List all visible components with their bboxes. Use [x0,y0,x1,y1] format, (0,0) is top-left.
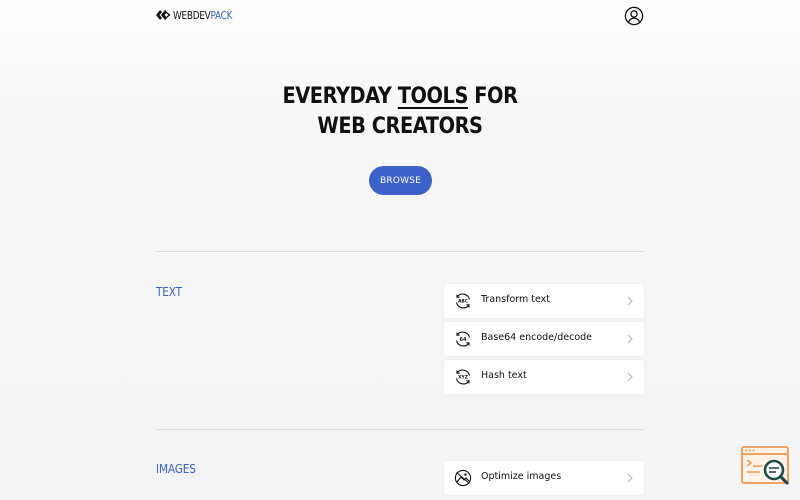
hero-line1-before: EVERYDAY [282,84,398,109]
browse-button[interactable]: BROWSE [369,166,432,195]
section-title-text: TEXT [156,285,182,299]
hero-title-line-1: EVERYDAY TOOLS FOR [48,82,752,112]
tool-item-label: Transform text [481,294,551,305]
xyz-icon-text: XYZ [458,375,468,381]
hero-title-line-2: WEB CREATORS [317,114,483,139]
site-header: WEBDEVPACK [156,0,644,32]
logo-diamond-icon [156,10,170,20]
chevron-right-icon [626,296,634,306]
page-background [0,0,800,500]
tool-item-label: Optimize images [481,471,562,482]
images-tool-list: Optimize images [444,461,644,499]
tool-item-hash-text[interactable]: XYZ Hash text [444,360,644,394]
base64-cycle-icon: 64 [454,330,472,348]
hero-line1-after: FOR [467,84,518,109]
xyz-cycle-icon: XYZ [454,368,472,386]
search-widget-button[interactable] [740,445,792,489]
abc-cycle-icon: ABC [454,292,472,310]
tool-item-base64[interactable]: 64 Base64 encode/decode [444,322,644,356]
account-button[interactable] [624,6,644,26]
hero-line1-underlined: TOOLS [397,84,469,109]
chevron-right-icon [626,372,634,382]
abc-icon-text: ABC [458,299,468,305]
tool-item-transform-text[interactable]: ABC Transform text [444,284,644,318]
base64-icon-text: 64 [460,337,467,343]
logo-link[interactable]: WEBDEVPACK [156,8,239,22]
hero-title: EVERYDAY TOOLS FOR WEB CREATORS [0,82,800,142]
chevron-right-icon [626,473,634,483]
logo-text: WEBDEVPACK [173,9,232,22]
section-title-images: IMAGES [156,462,196,476]
tool-item-optimize-images[interactable]: Optimize images [444,461,644,495]
logo-text-webdev: WEBDEV [173,8,211,22]
user-circle-icon [624,6,644,26]
text-tool-list: ABC Transform text 64 Base64 encode/deco… [444,284,644,398]
tool-item-label: Base64 encode/decode [481,332,593,343]
section-divider [156,429,644,430]
code-search-icon [741,446,789,485]
section-divider [156,251,644,252]
logo-text-pack: PACK [210,8,233,22]
chevron-right-icon [626,334,634,344]
tool-item-label: Hash text [481,370,527,381]
image-optimize-icon [454,469,472,487]
